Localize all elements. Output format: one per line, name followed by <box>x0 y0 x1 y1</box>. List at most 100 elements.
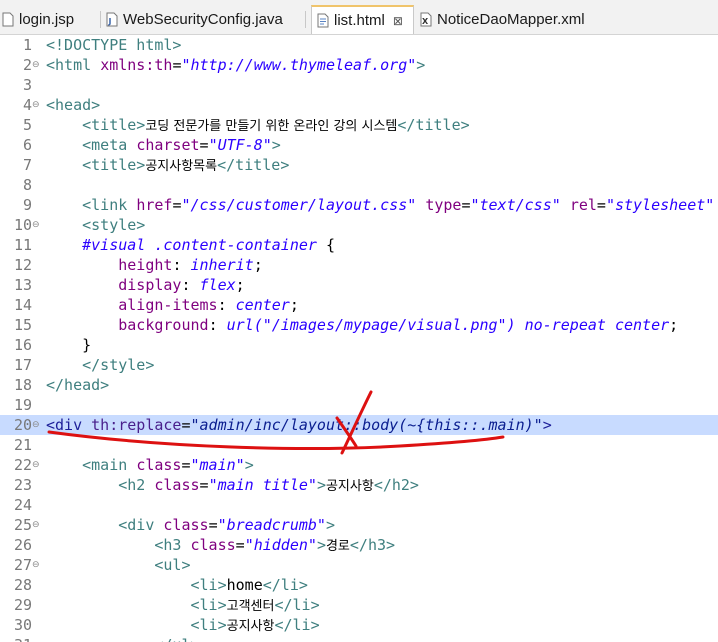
code-token: { <box>316 236 335 254</box>
line-number: 2 <box>22 56 32 74</box>
code-line[interactable]: 16 } <box>0 335 718 355</box>
code-text: </head> <box>46 375 109 395</box>
editor-tab-bar: login.jsp J WebSecurityConfig.java list.… <box>0 0 718 35</box>
code-token: 경로 <box>325 539 350 554</box>
fold-toggle-icon[interactable]: ⊖ <box>32 61 40 70</box>
line-number: 30 <box>13 616 32 634</box>
code-token: no-repeat <box>524 316 606 334</box>
code-line[interactable]: 10 ⊖ <style> <box>0 215 718 235</box>
code-line[interactable]: 11 #visual .content-container { <box>0 235 718 255</box>
code-line[interactable]: 20 ⊖ <div th:replace="admin/inc/layout::bo… <box>0 415 718 435</box>
code-line[interactable]: 8 <box>0 175 718 195</box>
code-line[interactable]: 21 <box>0 435 718 455</box>
code-token: "stylesheet" <box>605 196 715 214</box>
code-line[interactable]: 6 <meta charset="UTF-8"> <box>0 135 718 155</box>
code-token: <link <box>82 196 137 214</box>
code-token: home <box>226 576 263 594</box>
code-line[interactable]: 25 ⊖ <div class="breadcrumb"> <box>0 515 718 535</box>
code-line[interactable]: 3 <box>0 75 718 95</box>
fold-toggle-icon[interactable]: ⊖ <box>32 101 40 110</box>
code-line[interactable]: 22 ⊖ <main class="main"> <box>0 455 718 475</box>
code-line[interactable]: 13 display: flex; <box>0 275 718 295</box>
fold-toggle-icon[interactable]: ⊖ <box>32 521 40 530</box>
code-line[interactable]: 9 <link href = "/css/customer/layout.css" … <box>0 195 718 215</box>
code-token: </title> <box>397 116 470 134</box>
code-line[interactable]: 14 align-items: center; <box>0 295 718 315</box>
code-line[interactable]: 12 height: inherit; <box>0 255 718 275</box>
code-line[interactable]: 31 </ul> <box>0 635 718 642</box>
fold-toggle-icon[interactable]: ⊖ <box>32 221 40 230</box>
code-text: </ul> <box>46 635 199 642</box>
code-token: > <box>316 476 326 494</box>
jsp-file-icon <box>2 12 14 27</box>
code-token: </li> <box>274 596 320 614</box>
code-token: = <box>208 516 218 534</box>
code-line[interactable]: 5 <title>코딩 전문가를 만들기 위한 온라인 강의 시스템</titl… <box>0 115 718 135</box>
code-token: <!DOCTYPE html> <box>46 36 182 54</box>
code-line[interactable]: 7 <title>공지사항목록</title> <box>0 155 718 175</box>
code-token: : <box>217 296 236 314</box>
code-line[interactable]: 28 <li>home</li> <box>0 575 718 595</box>
fold-toggle-icon[interactable]: ⊖ <box>32 421 40 430</box>
code-line[interactable]: 4 ⊖ <head> <box>0 95 718 115</box>
tab-list-html[interactable]: list.html ⊠ <box>311 5 414 34</box>
line-number: 3 <box>22 76 32 94</box>
code-token: 고객센터 <box>226 599 275 614</box>
code-token: <li> <box>190 616 227 634</box>
code-token: > <box>316 536 326 554</box>
code-line[interactable]: 1 <!DOCTYPE html> <box>0 35 718 55</box>
line-number: 10 <box>13 216 32 234</box>
line-number: 7 <box>22 156 32 174</box>
code-token: > <box>416 56 426 74</box>
code-line[interactable]: 18 </head> <box>0 375 718 395</box>
code-token: rel <box>569 196 597 214</box>
code-token: "breadcrumb" <box>217 516 326 534</box>
line-number: 21 <box>13 436 32 454</box>
code-token: > <box>271 136 281 154</box>
code-token: <title> <box>82 116 146 134</box>
code-text: height: inherit; <box>46 255 263 275</box>
code-line[interactable]: 29 <li>고객센터</li> <box>0 595 718 615</box>
code-token: > <box>542 416 552 434</box>
line-number: 13 <box>13 276 32 294</box>
code-token: background <box>118 316 209 334</box>
code-line[interactable]: 27 ⊖ <ul> <box>0 555 718 575</box>
line-number: 8 <box>22 176 32 194</box>
code-token: <ul> <box>154 556 191 574</box>
code-token: "main title" <box>208 476 317 494</box>
code-line[interactable]: 15 background: url("/images/mypage/visua… <box>0 315 718 335</box>
code-token: > <box>244 456 254 474</box>
code-token: class <box>136 456 182 474</box>
code-line[interactable]: 2 ⊖ <html xmlns:th="http://www.thymeleaf.o… <box>0 55 718 75</box>
java-file-icon: J <box>106 12 118 27</box>
line-number: 11 <box>13 236 32 254</box>
code-line[interactable]: 19 <box>0 395 718 415</box>
code-token: class <box>190 536 236 554</box>
code-token: = <box>181 456 191 474</box>
line-number: 19 <box>13 396 32 414</box>
close-tab-icon[interactable]: ⊠ <box>393 14 403 28</box>
code-token: inherit <box>190 256 254 274</box>
code-text: </style> <box>46 355 154 375</box>
code-token: <div <box>118 516 164 534</box>
code-line[interactable]: 23 <h2 class="main title">공지사항</h2> <box>0 475 718 495</box>
tab-websecurityconfig-java[interactable]: J WebSecurityConfig.java <box>106 5 283 34</box>
fold-toggle-icon[interactable]: ⊖ <box>32 461 40 470</box>
fold-toggle-icon[interactable]: ⊖ <box>32 561 40 570</box>
code-token: #visual <box>82 236 146 254</box>
code-line[interactable]: 26 <h3 class="hidden">경로</h3> <box>0 535 718 555</box>
code-line[interactable]: 24 <box>0 495 718 515</box>
code-line[interactable]: 30 <li>공지사항</li> <box>0 615 718 635</box>
code-token: <head> <box>46 96 101 114</box>
code-editor[interactable]: 1 <!DOCTYPE html> 2 ⊖ <html xmlns:th="http:/… <box>0 35 718 642</box>
tab-login-jsp[interactable]: login.jsp <box>2 5 74 34</box>
code-line[interactable]: 17 </style> <box>0 355 718 375</box>
tab-noticedaomapper-xml[interactable]: X NoticeDaoMapper.xml <box>420 5 585 34</box>
